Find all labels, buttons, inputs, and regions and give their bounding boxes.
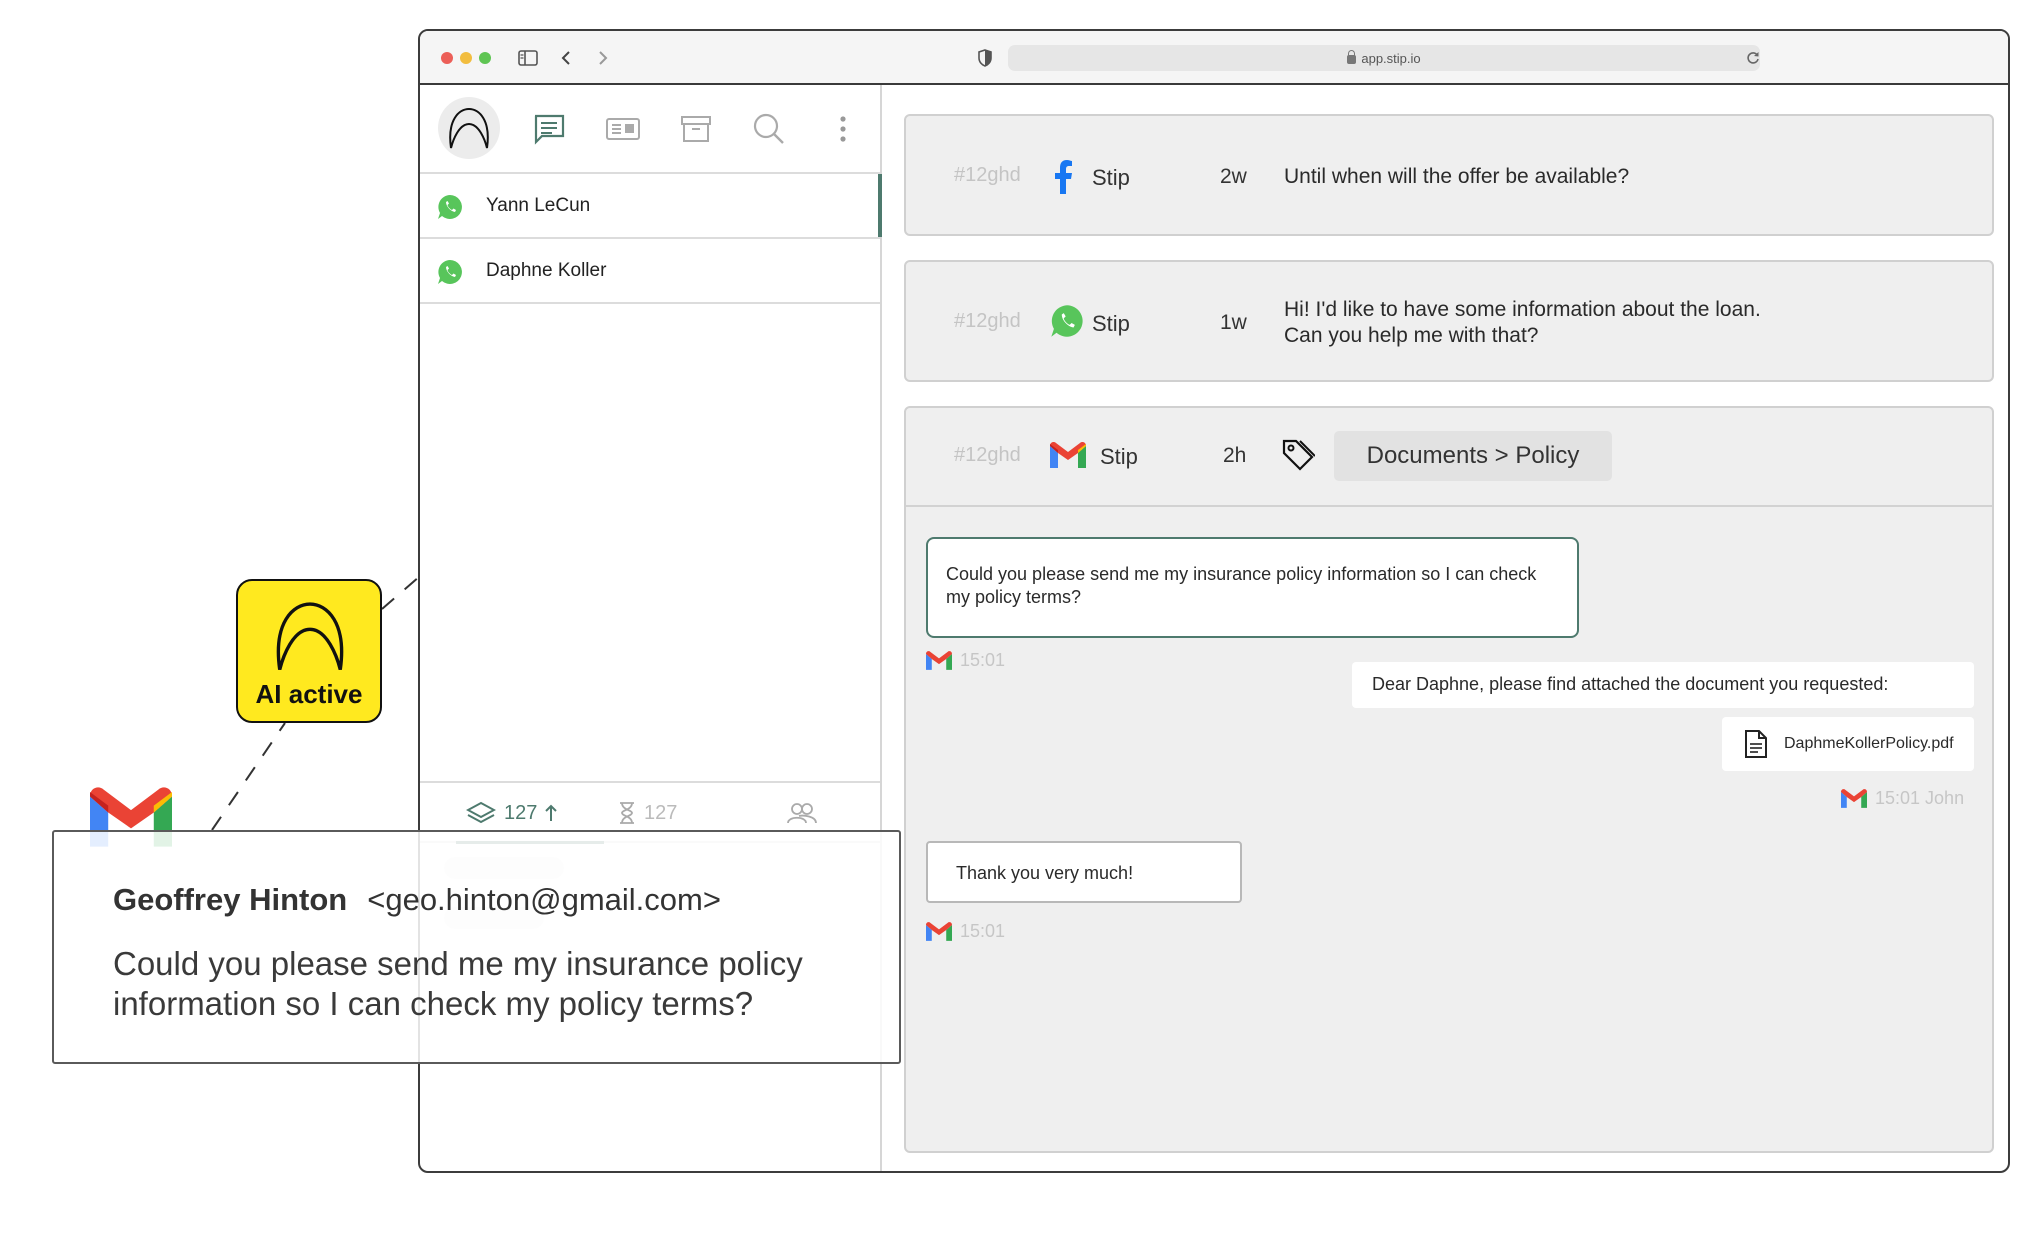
hourglass-icon	[620, 802, 634, 824]
lock-icon	[1347, 49, 1357, 64]
message-timestamp: 15:01	[926, 921, 1005, 942]
sender-name: Geoffrey Hinton	[113, 882, 348, 917]
incoming-message: Thank you very much!	[926, 841, 1242, 903]
whatsapp-icon	[438, 195, 462, 219]
sidebar-nav	[420, 85, 880, 174]
tag-icon	[1282, 439, 1315, 471]
chat-icon[interactable]	[531, 111, 567, 147]
users-icon	[787, 803, 817, 824]
tag-label[interactable]: Documents > Policy	[1334, 431, 1612, 481]
reload-icon[interactable]	[1740, 45, 1766, 71]
back-icon[interactable]	[553, 45, 579, 71]
message-text: Could you please send me my insurance po…	[946, 564, 1537, 607]
email-sender: Geoffrey Hinton <geo.hinton@gmail.com>	[113, 882, 721, 918]
gmail-icon	[1841, 789, 1867, 808]
last-message-line-1: Hi! I'd like to have some information ab…	[1284, 298, 1761, 321]
pending-count: 127	[644, 801, 678, 824]
attachment-file[interactable]: DaphmeKollerPolicy.pdf	[1722, 717, 1974, 771]
incoming-message: Could you please send me my insurance po…	[926, 537, 1579, 638]
message-timestamp: 15:01	[926, 650, 1005, 671]
arrow-up-icon	[545, 804, 558, 821]
email-body: Could you please send me my insurance po…	[113, 945, 803, 1022]
conversation-age: 1w	[1220, 311, 1247, 334]
ticket-id: #12ghd	[954, 444, 1021, 466]
tab-team[interactable]	[787, 801, 817, 825]
contact-item-daphne-koller[interactable]: Daphne Koller	[420, 239, 880, 304]
tag-text: Documents > Policy	[1366, 442, 1580, 469]
tab-inbox[interactable]: 127	[466, 801, 558, 825]
gmail-icon	[926, 922, 952, 941]
minimize-window-button[interactable]	[460, 52, 472, 64]
message-text: Thank you very much!	[956, 863, 1134, 883]
document-icon	[1745, 730, 1767, 758]
gmail-icon	[926, 651, 952, 670]
more-vertical-icon[interactable]	[825, 111, 861, 147]
conversation-age: 2h	[1223, 444, 1247, 467]
ticket-id: #12ghd	[954, 164, 1021, 186]
last-message: Until when will the offer be available?	[1284, 165, 1630, 188]
outgoing-message: Dear Daphne, please find attached the do…	[1352, 662, 1974, 708]
contact-name: Yann LeCun	[486, 194, 591, 216]
zoom-window-button[interactable]	[479, 52, 491, 64]
stip-logo-icon	[276, 602, 344, 671]
message-text: Dear Daphne, please find attached the do…	[1372, 674, 1889, 694]
address-bar[interactable]: app.stip.io	[1008, 45, 1760, 71]
last-message-line-2: Can you help me with that?	[1284, 324, 1539, 347]
sender-email: <geo.hinton@gmail.com>	[367, 882, 721, 917]
search-icon[interactable]	[751, 111, 787, 147]
close-window-button[interactable]	[441, 52, 453, 64]
channel-account: Stip	[1092, 311, 1130, 336]
gmail-icon	[1050, 442, 1086, 468]
stip-logo-icon[interactable]	[438, 97, 500, 159]
attachment-filename: DaphmeKollerPolicy.pdf	[1784, 735, 1954, 752]
card-divider	[906, 505, 1992, 507]
ai-active-badge: AI active	[236, 579, 382, 723]
facebook-icon	[1055, 160, 1072, 194]
ticket-id: #12ghd	[954, 310, 1021, 332]
contact-card-icon[interactable]	[605, 111, 641, 147]
conversation-card[interactable]: #12ghd Stip 1w Hi! I'd like to have some…	[904, 260, 1994, 382]
url-text: app.stip.io	[1361, 50, 1421, 66]
browser-titlebar: app.stip.io	[420, 31, 2008, 85]
privacy-shield-icon[interactable]	[972, 45, 998, 71]
archive-icon[interactable]	[678, 111, 714, 147]
conversation-card[interactable]: #12ghd Stip 2w Until when will the offer…	[904, 114, 1994, 236]
ai-active-label: AI active	[255, 679, 363, 709]
whatsapp-icon	[1051, 305, 1083, 337]
channel-account: Stip	[1092, 165, 1130, 190]
forward-icon[interactable]	[590, 45, 616, 71]
channel-account: Stip	[1100, 444, 1138, 469]
sidebar-toggle-icon[interactable]	[515, 45, 541, 71]
contact-name: Daphne Koller	[486, 259, 607, 281]
layers-icon	[466, 801, 496, 824]
whatsapp-icon	[438, 260, 462, 284]
conversation-panel: #12ghd Stip 2w Until when will the offer…	[882, 85, 2008, 1171]
conversation-card-expanded[interactable]: #12ghd Stip 2h Documents > Policy Could …	[904, 406, 1994, 1153]
message-timestamp: 15:01 John	[1841, 788, 1964, 809]
contact-item-yann-lecun[interactable]: Yann LeCun	[420, 174, 882, 239]
email-preview-card: Geoffrey Hinton <geo.hinton@gmail.com> Co…	[52, 830, 901, 1064]
tab-pending[interactable]: 127	[618, 801, 677, 825]
inbox-count: 127	[504, 801, 538, 824]
conversation-age: 2w	[1220, 165, 1247, 188]
